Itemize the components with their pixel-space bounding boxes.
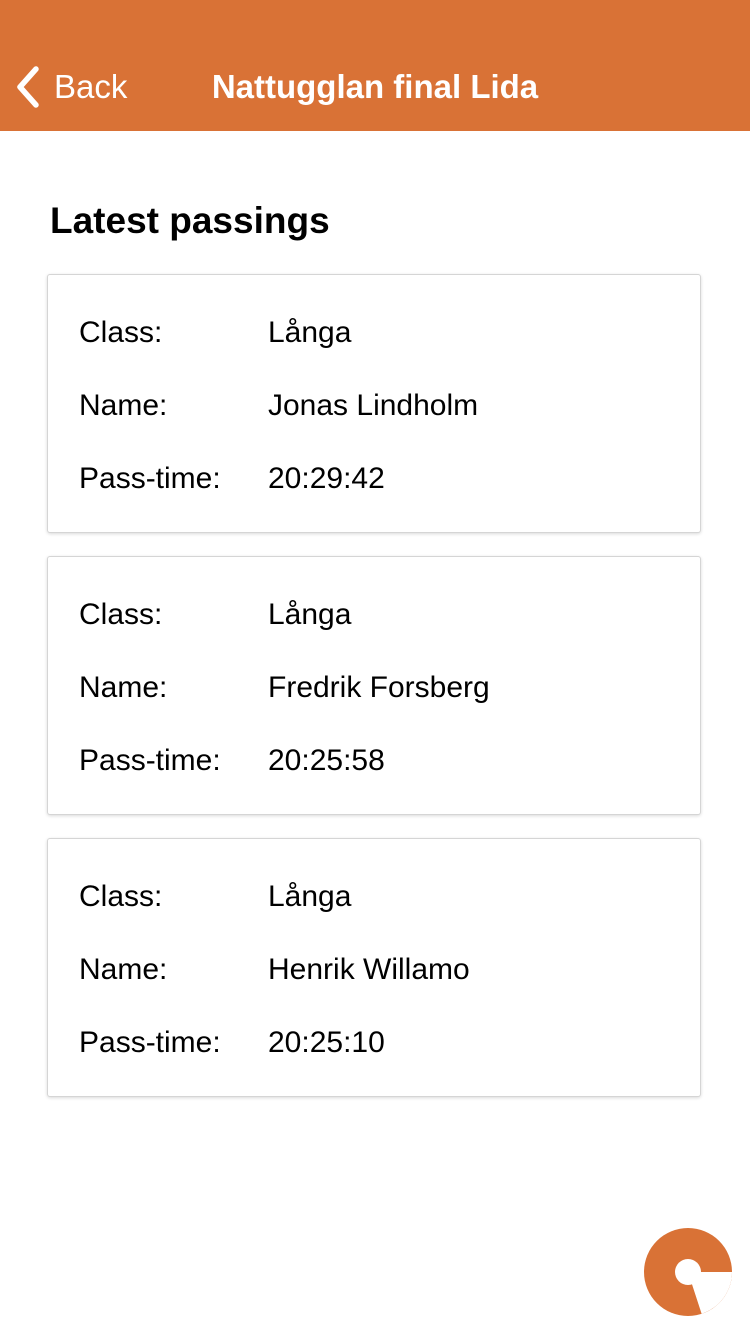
class-label: Class: bbox=[79, 880, 163, 913]
name-value: Jonas Lindholm bbox=[268, 389, 479, 422]
passing-card: Class: Långa Name: Henrik Willamo Pass-t… bbox=[47, 838, 701, 1097]
app-logo-icon bbox=[644, 1228, 732, 1316]
name-row: Name: Jonas Lindholm bbox=[79, 386, 478, 426]
name-row: Name: Fredrik Forsberg bbox=[79, 668, 490, 708]
class-row: Class: Långa bbox=[79, 313, 351, 353]
class-value: Långa bbox=[268, 316, 352, 349]
section-title: Latest passings bbox=[50, 200, 330, 241]
app-logo-button[interactable] bbox=[644, 1228, 732, 1316]
class-value: Långa bbox=[268, 598, 352, 631]
name-label: Name: bbox=[79, 671, 168, 704]
pass-time-value: 20:25:58 bbox=[268, 744, 385, 777]
class-value: Långa bbox=[268, 880, 352, 913]
pass-time-value: 20:29:42 bbox=[268, 462, 385, 495]
class-row: Class: Långa bbox=[79, 595, 351, 635]
pass-time-row: Pass-time: 20:25:10 bbox=[79, 1023, 385, 1063]
class-row: Class: Långa bbox=[79, 877, 351, 917]
pass-time-row: Pass-time: 20:25:58 bbox=[79, 741, 385, 781]
name-value: Fredrik Forsberg bbox=[268, 671, 490, 704]
pass-time-label: Pass-time: bbox=[79, 744, 221, 777]
page-title: Nattugglan final Lida bbox=[211, 68, 539, 105]
passing-card: Class: Långa Name: Fredrik Forsberg Pass… bbox=[47, 556, 701, 815]
pass-time-label: Pass-time: bbox=[79, 1026, 221, 1059]
pass-time-row: Pass-time: 20:29:42 bbox=[79, 459, 385, 499]
class-label: Class: bbox=[79, 598, 163, 631]
name-label: Name: bbox=[79, 953, 168, 986]
class-label: Class: bbox=[79, 316, 163, 349]
pass-time-label: Pass-time: bbox=[79, 462, 221, 495]
pass-time-value: 20:25:10 bbox=[268, 1026, 385, 1059]
navigation-bar: Back Nattugglan final Lida bbox=[0, 0, 750, 131]
name-row: Name: Henrik Willamo bbox=[79, 950, 470, 990]
name-label: Name: bbox=[79, 389, 168, 422]
name-value: Henrik Willamo bbox=[268, 953, 470, 986]
passing-card: Class: Långa Name: Jonas Lindholm Pass-t… bbox=[47, 274, 701, 533]
